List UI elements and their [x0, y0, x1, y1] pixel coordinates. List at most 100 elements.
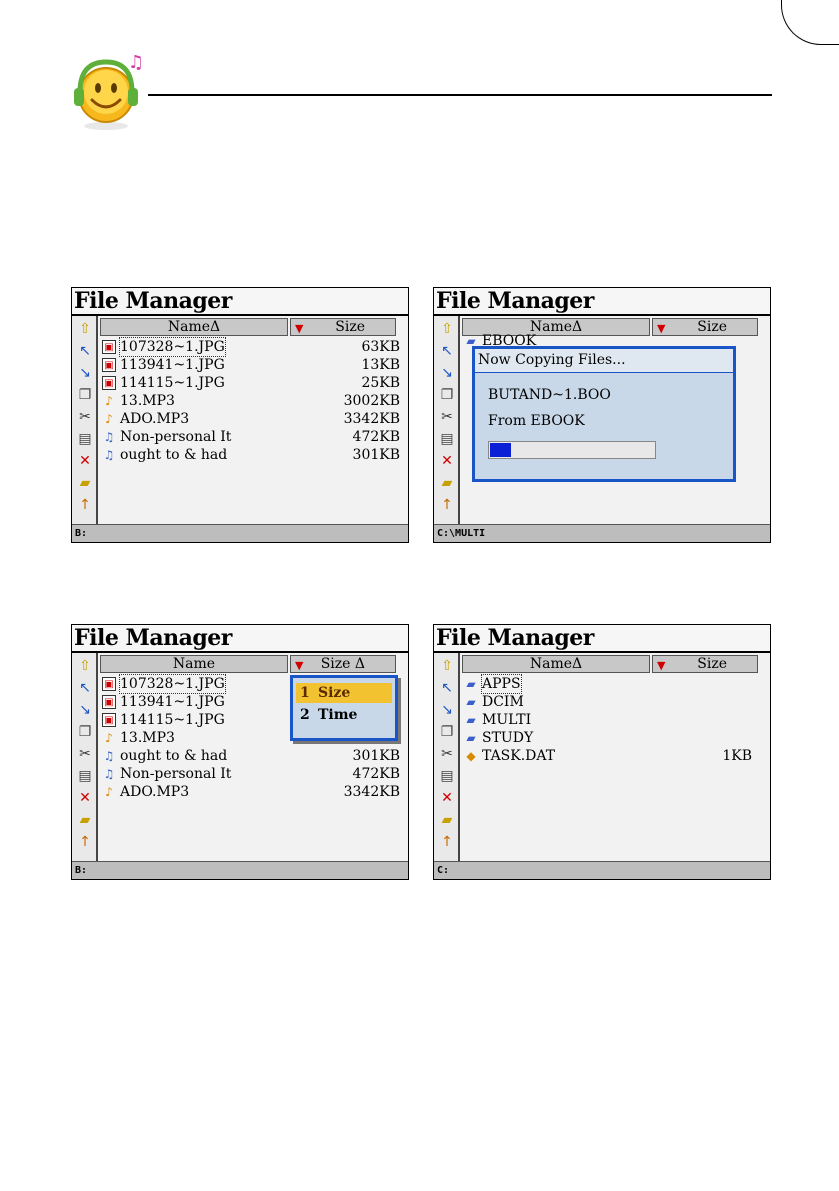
- sort-option-size[interactable]: 1 Size: [296, 683, 392, 703]
- size-column-header[interactable]: ▼ Size Δ: [290, 655, 396, 673]
- copy-icon[interactable]: ❐: [78, 388, 92, 402]
- list-item[interactable]: ♪ ADO.MP3 3342KB: [100, 783, 400, 801]
- rename-icon[interactable]: ↑: [78, 835, 92, 849]
- text-file-icon: ♫: [103, 767, 115, 781]
- copy-icon[interactable]: ❐: [440, 725, 454, 739]
- list-item[interactable]: ▰ DCIM: [462, 693, 762, 711]
- file-size: 472KB: [352, 766, 400, 782]
- image-file-icon: ▣: [102, 677, 116, 691]
- list-item[interactable]: ♫ ought to & had 301KB: [100, 446, 400, 464]
- copy-icon[interactable]: ❐: [78, 725, 92, 739]
- list-item[interactable]: ♪ 13.MP3 3002KB: [100, 392, 400, 410]
- paste-icon[interactable]: ▤: [440, 432, 454, 446]
- name-column-header[interactable]: Name: [100, 655, 288, 673]
- list-item[interactable]: ◆ TASK.DAT 1KB: [462, 747, 762, 765]
- mp3-file-icon: ♪: [105, 731, 113, 745]
- option-number: 1: [300, 685, 310, 701]
- back-icon[interactable]: ↖: [440, 681, 454, 695]
- paste-icon[interactable]: ▤: [78, 432, 92, 446]
- list-item[interactable]: ▣ 107328~1.JPG 63KB: [100, 337, 400, 357]
- list-item[interactable]: ▰ STUDY: [462, 729, 762, 747]
- file-size: 3342KB: [343, 784, 400, 800]
- file-name: ADO.MP3: [120, 411, 190, 427]
- copy-file-name: BUTAND~1.BOO: [488, 387, 611, 403]
- rename-icon[interactable]: ↑: [440, 498, 454, 512]
- list-item[interactable]: ▣ 113941~1.JPG 13KB: [100, 356, 400, 374]
- progress-bar: [488, 441, 656, 459]
- file-size: 63KB: [361, 339, 400, 355]
- file-name: 114115~1.JPG: [120, 375, 225, 391]
- copy-icon[interactable]: ❐: [440, 388, 454, 402]
- file-name: 114115~1.JPG: [120, 712, 225, 728]
- sort-arrow-icon[interactable]: ▼: [657, 658, 665, 674]
- go-up-icon[interactable]: ⇧: [78, 659, 92, 673]
- list-item[interactable]: ▰ MULTI: [462, 711, 762, 729]
- file-name: ought to & had: [120, 748, 228, 764]
- back-icon[interactable]: ↖: [440, 344, 454, 358]
- file-size: 13KB: [361, 357, 400, 373]
- delete-icon[interactable]: ✕: [78, 454, 92, 468]
- sort-arrow-icon[interactable]: ▼: [295, 658, 303, 674]
- name-column-header[interactable]: NameΔ: [100, 318, 288, 336]
- size-column-header[interactable]: ▼ Size: [290, 318, 396, 336]
- data-file-icon: ◆: [466, 749, 476, 763]
- paste-icon[interactable]: ▤: [78, 769, 92, 783]
- cut-icon[interactable]: ✂: [78, 747, 92, 761]
- go-up-icon[interactable]: ⇧: [78, 322, 92, 336]
- list-item[interactable]: ♪ ADO.MP3 3342KB: [100, 410, 400, 428]
- file-size: 472KB: [352, 429, 400, 445]
- paste-icon[interactable]: ▤: [440, 769, 454, 783]
- new-folder-icon[interactable]: ▰: [78, 476, 92, 490]
- forward-icon[interactable]: ↘: [78, 366, 92, 380]
- copy-progress-dialog: Now Copying Files... BUTAND~1.BOO From E…: [472, 346, 736, 482]
- name-column-header[interactable]: NameΔ: [462, 655, 650, 673]
- go-up-icon[interactable]: ⇧: [440, 659, 454, 673]
- text-file-icon: ♫: [103, 749, 115, 763]
- status-bar: C:: [434, 861, 770, 879]
- rename-icon[interactable]: ↑: [440, 835, 454, 849]
- list-item[interactable]: ♫ Non-personal It 472KB: [100, 765, 400, 783]
- back-icon[interactable]: ↖: [78, 681, 92, 695]
- page-corner-line: [781, 0, 839, 45]
- cut-icon[interactable]: ✂: [440, 410, 454, 424]
- new-folder-icon[interactable]: ▰: [440, 476, 454, 490]
- file-name: STUDY: [482, 730, 534, 746]
- file-name: TASK.DAT: [482, 748, 556, 764]
- delete-icon[interactable]: ✕: [78, 791, 92, 805]
- forward-icon[interactable]: ↘: [440, 703, 454, 717]
- new-folder-icon[interactable]: ▰: [440, 813, 454, 827]
- go-up-icon[interactable]: ⇧: [440, 322, 454, 336]
- rename-icon[interactable]: ↑: [78, 498, 92, 512]
- delete-icon[interactable]: ✕: [440, 791, 454, 805]
- cut-icon[interactable]: ✂: [440, 747, 454, 761]
- file-name: MULTI: [482, 712, 532, 728]
- image-file-icon: ▣: [102, 358, 116, 372]
- list-item[interactable]: ▰ APPS: [462, 674, 762, 694]
- delete-icon[interactable]: ✕: [440, 454, 454, 468]
- file-name: Non-personal It: [120, 766, 232, 782]
- file-manager-screen-1: File Manager ⇧ ↖ ↘ ❐ ✂ ▤ ✕ ▰ ↑ NameΔ ▼ S…: [71, 287, 409, 543]
- header-rule: [148, 94, 772, 96]
- file-name: 107328~1.JPG: [119, 337, 226, 357]
- size-column-header[interactable]: ▼ Size: [652, 655, 758, 673]
- dialog-title: Now Copying Files...: [475, 349, 733, 373]
- file-manager-screen-4: File Manager ⇧ ↖ ↘ ❐ ✂ ▤ ✕ ▰ ↑ NameΔ ▼ S…: [433, 624, 771, 880]
- cut-icon[interactable]: ✂: [78, 410, 92, 424]
- file-name: ADO.MP3: [120, 784, 190, 800]
- list-item[interactable]: ♫ Non-personal It 472KB: [100, 428, 400, 446]
- side-toolbar: ⇧ ↖ ↘ ❐ ✂ ▤ ✕ ▰ ↑: [434, 316, 460, 524]
- window-title: File Manager: [434, 625, 770, 653]
- option-number: 2: [300, 707, 310, 723]
- file-size: 3002KB: [343, 393, 400, 409]
- option-label: Size: [318, 685, 351, 701]
- sort-option-time[interactable]: 2 Time: [296, 705, 392, 725]
- forward-icon[interactable]: ↘: [78, 703, 92, 717]
- file-size: 1KB: [722, 748, 752, 764]
- file-list: ▰ APPS ▰ DCIM ▰ MULTI ▰ STUDY ◆ TASK.DAT 1KB: [462, 674, 768, 861]
- forward-icon[interactable]: ↘: [440, 366, 454, 380]
- sort-arrow-icon[interactable]: ▼: [295, 321, 303, 337]
- list-item[interactable]: ▣ 114115~1.JPG 25KB: [100, 374, 400, 392]
- new-folder-icon[interactable]: ▰: [78, 813, 92, 827]
- list-item[interactable]: ♫ ought to & had 301KB: [100, 747, 400, 765]
- back-icon[interactable]: ↖: [78, 344, 92, 358]
